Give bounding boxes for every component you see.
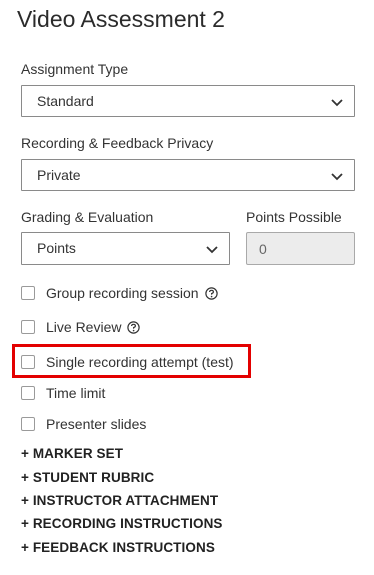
grading-value: Points [37,240,76,256]
live-review-checkbox[interactable] [21,320,35,334]
presenter-slides-label: Presenter slides [46,416,147,432]
points-value: 0 [259,241,267,257]
assignment-type-value: Standard [37,93,94,109]
page-title: Video Assessment 2 [17,6,225,32]
help-icon[interactable] [204,286,218,300]
privacy-select[interactable]: Private [21,159,355,191]
assignment-type-select[interactable]: Standard [21,85,355,117]
option-single-recording-attempt[interactable]: Single recording attempt (test) [21,352,234,372]
section-recording-instructions[interactable]: + RECORDING INSTRUCTIONS [21,516,223,531]
option-presenter-slides[interactable]: Presenter slides [21,414,146,434]
option-live-review[interactable]: Live Review [21,317,141,337]
option-time-limit[interactable]: Time limit [21,383,105,403]
group-recording-checkbox[interactable] [21,286,35,300]
grading-label: Grading & Evaluation [21,209,154,225]
section-instructor-attachment[interactable]: + INSTRUCTOR ATTACHMENT [21,493,218,508]
grading-select[interactable]: Points [21,232,230,265]
group-recording-label: Group recording session [46,285,199,301]
section-marker-set[interactable]: + MARKER SET [21,446,123,461]
single-recording-label: Single recording attempt (test) [46,354,234,370]
points-possible-input: 0 [246,232,355,265]
chevron-down-icon [331,99,343,107]
assignment-type-label: Assignment Type [21,61,129,77]
help-icon[interactable] [127,320,141,334]
option-group-recording[interactable]: Group recording session [21,283,218,303]
section-feedback-instructions[interactable]: + FEEDBACK INSTRUCTIONS [21,540,215,555]
privacy-label: Recording & Feedback Privacy [21,135,214,151]
points-label: Points Possible [246,209,342,225]
live-review-label: Live Review [46,319,122,335]
time-limit-checkbox[interactable] [21,386,35,400]
chevron-down-icon [206,246,218,254]
single-recording-checkbox[interactable] [21,355,35,369]
section-student-rubric[interactable]: + STUDENT RUBRIC [21,470,154,485]
privacy-value: Private [37,167,81,183]
chevron-down-icon [331,173,343,181]
presenter-slides-checkbox[interactable] [21,417,35,431]
time-limit-label: Time limit [46,385,106,401]
